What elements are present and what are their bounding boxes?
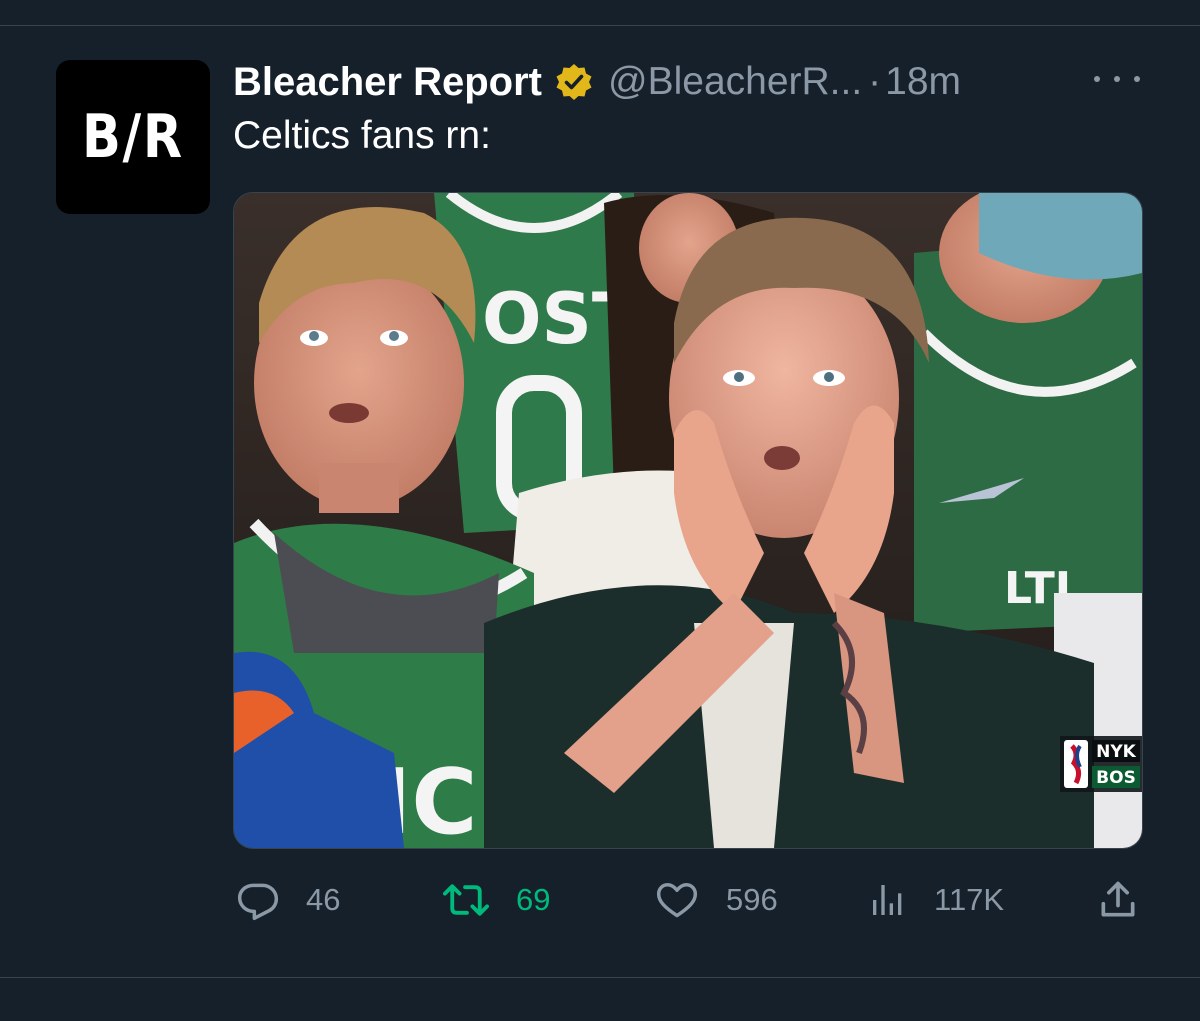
bottom-divider bbox=[0, 977, 1200, 978]
tweet-header: Bleacher Report @BleacherR... · 18m bbox=[233, 54, 961, 110]
like-button[interactable]: 596 bbox=[654, 872, 778, 928]
reply-count: 46 bbox=[306, 882, 341, 917]
view-count: 117K bbox=[934, 882, 1005, 917]
like-count: 596 bbox=[726, 882, 778, 917]
reply-icon bbox=[237, 883, 279, 921]
tweet-actions: 46 69 596 117K bbox=[0, 872, 1200, 928]
tweet-media-image[interactable]: OSTO LTI LTICS NYK BOS bbox=[233, 192, 1143, 849]
tweet-text: Celtics fans rn: bbox=[233, 114, 491, 157]
avatar[interactable]: B/R bbox=[56, 60, 210, 214]
header-separator: · bbox=[868, 60, 882, 103]
tweet-timestamp[interactable]: 18m bbox=[885, 60, 961, 104]
share-icon bbox=[1101, 881, 1135, 917]
heart-icon bbox=[656, 883, 698, 918]
reply-button[interactable]: 46 bbox=[236, 872, 340, 928]
retweet-button[interactable]: 69 bbox=[442, 872, 550, 928]
scorebug: NYK BOS bbox=[1060, 736, 1142, 792]
tweet[interactable]: B/R Bleacher Report @BleacherR... · 18m … bbox=[0, 26, 1200, 977]
retweet-icon bbox=[442, 884, 490, 916]
scorebug-away-team: NYK bbox=[1096, 742, 1137, 762]
scorebug-home-team: BOS bbox=[1096, 768, 1136, 788]
verified-badge-icon[interactable] bbox=[554, 62, 594, 102]
retweet-count: 69 bbox=[516, 882, 551, 917]
more-dot bbox=[1114, 76, 1120, 82]
views-chart-icon bbox=[873, 885, 902, 915]
share-button[interactable] bbox=[1096, 872, 1140, 928]
more-dot bbox=[1134, 76, 1140, 82]
more-dot bbox=[1094, 76, 1100, 82]
more-options-icon[interactable] bbox=[1094, 66, 1140, 92]
author-handle[interactable]: @BleacherR... bbox=[608, 60, 862, 104]
author-display-name[interactable]: Bleacher Report bbox=[233, 60, 542, 105]
fans-photo: OSTO LTI LTICS NYK BOS bbox=[234, 193, 1142, 848]
views-button[interactable]: 117K bbox=[868, 872, 1004, 928]
avatar-logo-text: B/R bbox=[82, 102, 184, 172]
